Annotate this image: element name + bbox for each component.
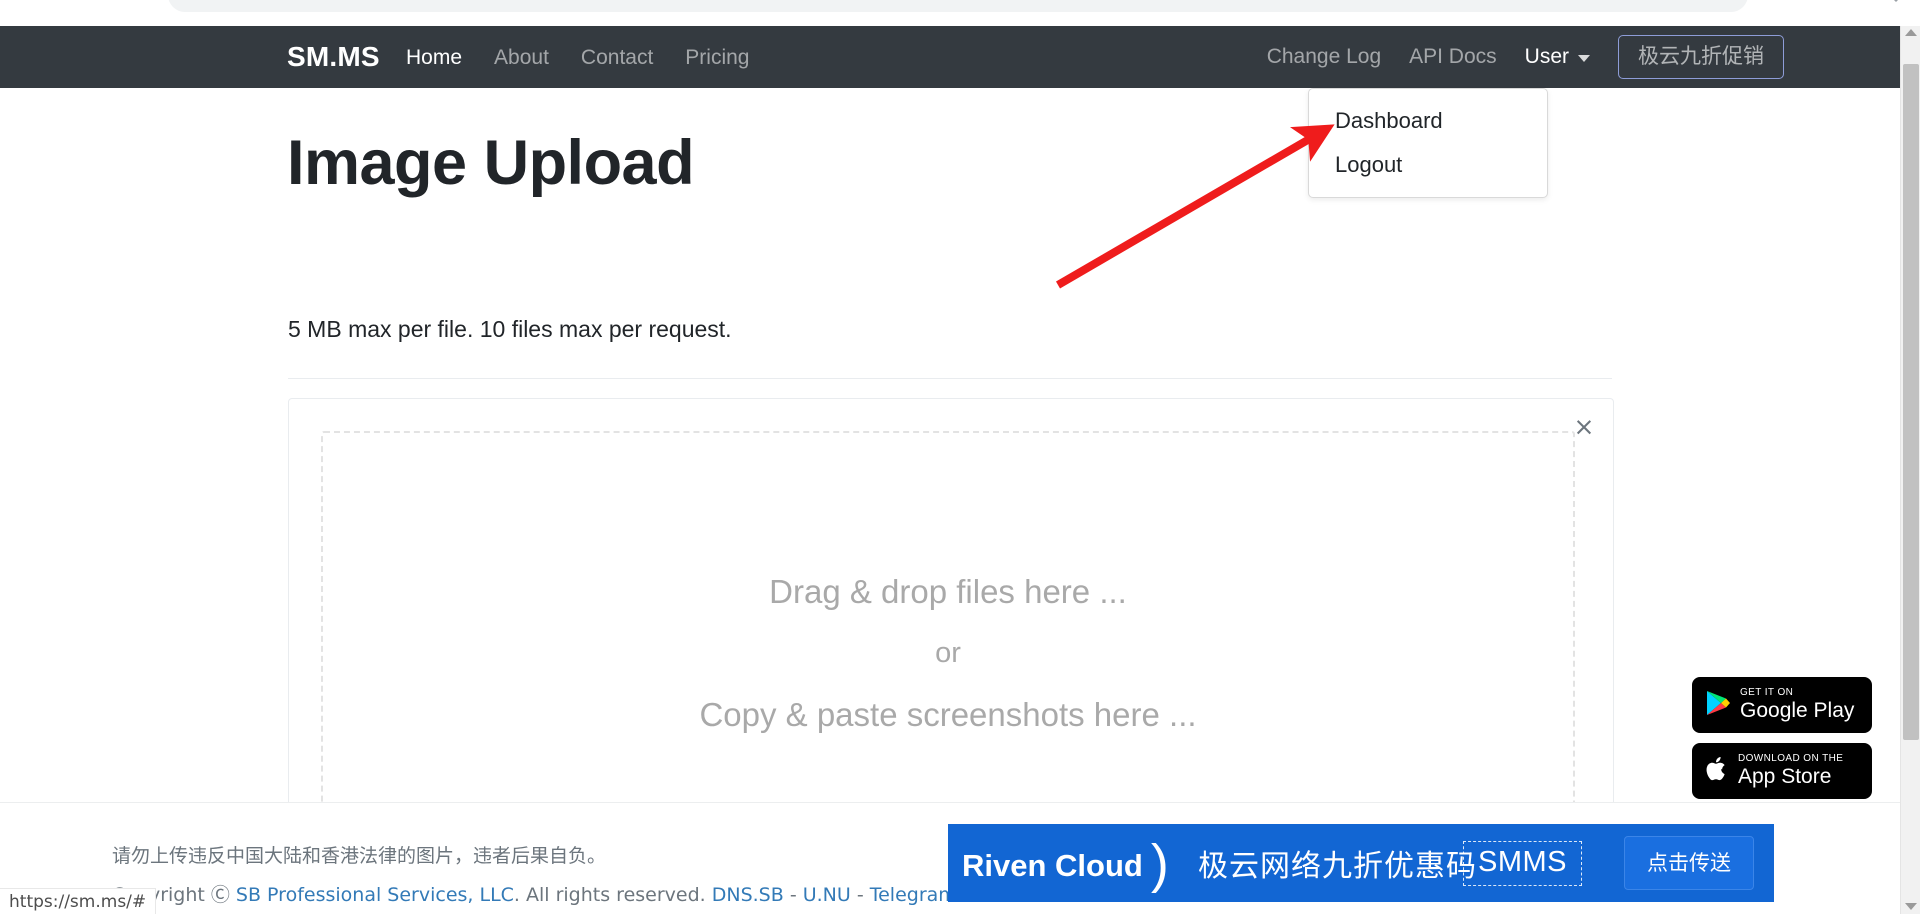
nav-item-contact[interactable]: Contact bbox=[581, 47, 653, 68]
ad-logo: Riven Cloud ) bbox=[962, 834, 1169, 894]
nav-item-api-docs[interactable]: API Docs bbox=[1409, 46, 1497, 67]
footer-link-telegram[interactable]: Telegram bbox=[870, 884, 957, 906]
section-divider bbox=[288, 378, 1612, 379]
nav-item-user-dropdown[interactable]: User bbox=[1525, 45, 1590, 69]
footer-link-dnssb[interactable]: DNS.SB bbox=[712, 884, 784, 906]
browser-chrome-strip bbox=[0, 0, 1920, 26]
footer-rights-text: . All rights reserved. bbox=[513, 884, 712, 906]
app-store-badge[interactable]: Download on the App Store bbox=[1692, 743, 1872, 799]
apple-icon bbox=[1705, 755, 1729, 788]
screen-root: SM.MS Home About Contact Pricing Change … bbox=[0, 0, 1920, 914]
nav-item-about[interactable]: About bbox=[494, 47, 549, 68]
footer-link-unu[interactable]: U.NU bbox=[803, 884, 851, 906]
nav-user-label: User bbox=[1524, 44, 1569, 68]
chevron-down-icon bbox=[1890, 0, 1902, 2]
ad-cta-button[interactable]: 点击传送 bbox=[1624, 836, 1754, 890]
page-title: Image Upload bbox=[287, 128, 695, 198]
app-store-badge-big: App Store bbox=[1738, 764, 1832, 788]
scroll-down-icon[interactable] bbox=[1905, 903, 1917, 910]
app-store-badge-small: Download on the bbox=[1738, 753, 1844, 765]
ad-banner-riven-cloud[interactable]: Riven Cloud ) 极云网络九折优惠码 SMMS 点击传送 bbox=[948, 824, 1774, 902]
ad-logo-text: Riven Cloud bbox=[962, 848, 1143, 883]
browser-address-bar[interactable] bbox=[168, 0, 1748, 12]
dropzone-line-or: or bbox=[935, 637, 961, 669]
scrollbar-thumb[interactable] bbox=[1903, 64, 1919, 740]
footer-sep-2: - bbox=[850, 884, 870, 906]
nav-primary-links: Home About Contact Pricing bbox=[406, 47, 750, 68]
upload-card: × Drag & drop files here ... or Copy & p… bbox=[288, 398, 1614, 876]
google-play-badge[interactable]: GET IT ON Google Play bbox=[1692, 677, 1872, 733]
user-dropdown-menu: Dashboard Logout bbox=[1308, 88, 1548, 198]
dropdown-item-logout[interactable]: Logout bbox=[1309, 143, 1547, 187]
ad-slogan: 极云网络九折优惠码 bbox=[1198, 849, 1477, 884]
nav-item-pricing[interactable]: Pricing bbox=[685, 47, 749, 68]
app-store-badges: GET IT ON Google Play Download on the Ap… bbox=[1692, 677, 1872, 799]
status-bar-url: https://sm.ms/# bbox=[0, 888, 157, 914]
promo-button[interactable]: 极云九折促销 bbox=[1618, 34, 1784, 80]
page-subtitle: 5 MB max per file. 10 files max per requ… bbox=[288, 316, 732, 342]
dropdown-item-dashboard[interactable]: Dashboard bbox=[1309, 99, 1547, 143]
google-play-badge-small: GET IT ON bbox=[1740, 687, 1794, 699]
vertical-scrollbar[interactable] bbox=[1900, 26, 1920, 914]
ad-logo-mark: ) bbox=[1150, 834, 1169, 894]
google-play-icon bbox=[1705, 689, 1731, 722]
chevron-down-icon bbox=[1578, 54, 1590, 62]
google-play-badge-big: Google Play bbox=[1740, 698, 1855, 722]
nav-item-change-log[interactable]: Change Log bbox=[1267, 46, 1381, 67]
nav-item-home[interactable]: Home bbox=[406, 47, 462, 68]
nav-secondary-links: Change Log API Docs User 极云九折促销 bbox=[1267, 34, 1784, 80]
footer-link-company[interactable]: SB Professional Services, LLC bbox=[236, 884, 514, 906]
brand-logo[interactable]: SM.MS bbox=[287, 41, 380, 73]
footer-notice: 请勿上传违反中国大陆和香港法律的图片，违者后果自负。 bbox=[112, 845, 607, 867]
scroll-up-icon[interactable] bbox=[1905, 29, 1917, 36]
main-content: Image Upload 5 MB max per file. 10 files… bbox=[0, 88, 1900, 876]
dropzone-line-drag: Drag & drop files here ... bbox=[769, 573, 1127, 610]
dropzone-line-paste: Copy & paste screenshots here ... bbox=[699, 696, 1197, 733]
footer-sep-1: - bbox=[783, 884, 803, 906]
ad-coupon-code[interactable]: SMMS bbox=[1463, 840, 1582, 886]
main-navbar: SM.MS Home About Contact Pricing Change … bbox=[0, 26, 1900, 88]
footer-copyright: Copyright Ⓒ SB Professional Services, LL… bbox=[112, 880, 957, 907]
